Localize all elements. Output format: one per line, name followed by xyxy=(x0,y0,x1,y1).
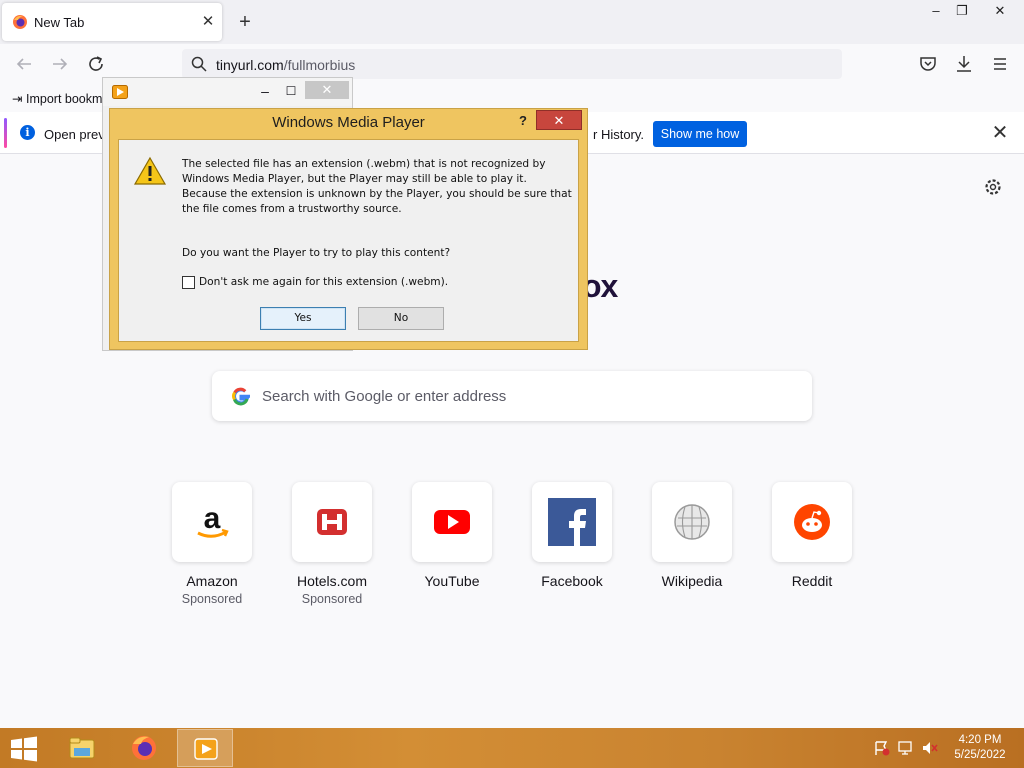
shortcut-tile-box[interactable] xyxy=(532,482,612,562)
yes-button[interactable]: Yes xyxy=(260,307,346,330)
firefox-taskbar-button[interactable] xyxy=(116,729,172,767)
shortcut-name: Facebook xyxy=(541,573,603,589)
facebook-icon xyxy=(548,498,596,546)
dont-ask-label[interactable]: Don't ask me again for this extension (.… xyxy=(199,276,448,288)
shortcut-sponsored: Sponsored xyxy=(181,592,243,606)
volume-muted-icon[interactable] xyxy=(921,740,939,756)
url-text: tinyurl.com/fullmorbius xyxy=(216,57,356,73)
google-icon xyxy=(232,387,250,406)
restore-button[interactable]: ❐ xyxy=(942,0,982,22)
shortcut-tile[interactable]: Hotels.com Sponsored xyxy=(291,482,373,606)
network-icon[interactable] xyxy=(897,740,915,756)
dialog-body: The selected file has an extension (.web… xyxy=(118,139,579,342)
minimize-button[interactable]: – xyxy=(253,82,277,100)
notification-accent xyxy=(4,118,7,148)
media-player-taskbar-button[interactable] xyxy=(177,729,233,767)
shortcut-name: Wikipedia xyxy=(661,573,723,589)
back-arrow-icon[interactable] xyxy=(12,52,36,76)
media-player-icon xyxy=(194,738,218,760)
dialog-question: Do you want the Player to try to play th… xyxy=(182,247,451,259)
tab-close-button[interactable]: ✕ xyxy=(198,12,218,32)
maximize-button[interactable]: ☐ xyxy=(279,82,303,100)
info-icon: i xyxy=(20,125,35,140)
media-player-titlebar[interactable]: – ☐ ✕ xyxy=(103,78,352,106)
hotels-icon xyxy=(317,509,347,535)
shortcut-tile-box[interactable] xyxy=(652,482,732,562)
wikipedia-icon xyxy=(674,504,710,540)
new-tab-button[interactable]: + xyxy=(232,9,258,35)
shortcut-tile[interactable]: a Amazon Sponsored xyxy=(171,482,253,606)
system-clock[interactable]: 4:20 PM 5/25/2022 xyxy=(948,733,1012,763)
shortcut-name: Reddit xyxy=(791,573,833,589)
notification-text: Open previ xyxy=(44,127,108,142)
import-bookmarks-link[interactable]: ⇥ Import bookm xyxy=(12,91,102,106)
dialog-message: The selected file has an extension (.web… xyxy=(182,158,572,215)
unknown-extension-dialog: Windows Media Player ? ✕ The selected fi… xyxy=(109,108,588,350)
shortcut-tile-box[interactable] xyxy=(772,482,852,562)
clock-date: 5/25/2022 xyxy=(954,749,1006,761)
search-input[interactable] xyxy=(262,383,782,409)
clock-time: 4:20 PM xyxy=(958,734,1002,746)
shortcut-name: YouTube xyxy=(424,573,480,589)
reload-icon[interactable] xyxy=(84,52,108,76)
dont-ask-checkbox[interactable] xyxy=(182,276,195,289)
firefox-icon xyxy=(13,15,27,29)
shortcut-tile-box[interactable]: a xyxy=(172,482,252,562)
svg-text:a: a xyxy=(204,502,221,535)
pocket-icon[interactable] xyxy=(916,52,940,76)
notification-text-tail: r History. xyxy=(593,127,645,142)
file-explorer-taskbar-button[interactable] xyxy=(54,729,110,767)
address-bar[interactable]: tinyurl.com/fullmorbius xyxy=(182,49,842,79)
downloads-icon[interactable] xyxy=(952,52,976,76)
search-icon xyxy=(191,56,207,72)
import-icon: ⇥ xyxy=(12,92,23,106)
forward-arrow-icon[interactable] xyxy=(48,52,72,76)
close-notification-icon[interactable]: ✕ xyxy=(990,123,1010,143)
menu-icon[interactable] xyxy=(988,52,1012,76)
shortcut-sponsored: Sponsored xyxy=(301,592,363,606)
amazon-icon: a xyxy=(197,502,229,538)
shortcut-tile-box[interactable] xyxy=(292,482,372,562)
search-box[interactable] xyxy=(212,371,812,421)
close-button[interactable]: ✕ xyxy=(305,81,349,99)
help-button[interactable]: ? xyxy=(512,112,534,130)
warning-icon xyxy=(133,156,167,185)
shortcut-tile[interactable]: Facebook xyxy=(531,482,613,592)
shortcut-name: Hotels.com xyxy=(296,573,368,589)
tab-new-tab[interactable]: New Tab ✕ xyxy=(2,3,222,41)
shortcut-tile-box[interactable] xyxy=(412,482,492,562)
media-player-icon xyxy=(112,85,128,99)
tab-strip: New Tab ✕ + – ❐ ✕ xyxy=(0,0,1024,44)
close-window-button[interactable]: ✕ xyxy=(980,0,1020,22)
no-button[interactable]: No xyxy=(358,307,444,330)
firefox-icon xyxy=(132,736,156,760)
shortcut-tile[interactable]: Reddit xyxy=(771,482,853,592)
folder-icon xyxy=(69,737,95,759)
action-center-flag-icon[interactable] xyxy=(873,740,891,756)
youtube-icon xyxy=(434,510,470,534)
reddit-icon xyxy=(794,504,830,540)
shortcut-tile[interactable]: Wikipedia xyxy=(651,482,733,592)
tab-title: New Tab xyxy=(34,15,85,30)
windows-start-icon[interactable] xyxy=(9,736,39,762)
shortcut-tile[interactable]: YouTube xyxy=(411,482,493,592)
show-me-how-button[interactable]: Show me how xyxy=(653,121,747,147)
dialog-close-button[interactable]: ✕ xyxy=(536,110,582,130)
taskbar: 4:20 PM 5/25/2022 xyxy=(0,728,1024,768)
gear-icon[interactable] xyxy=(983,177,1003,197)
shortcut-name: Amazon xyxy=(186,573,238,589)
